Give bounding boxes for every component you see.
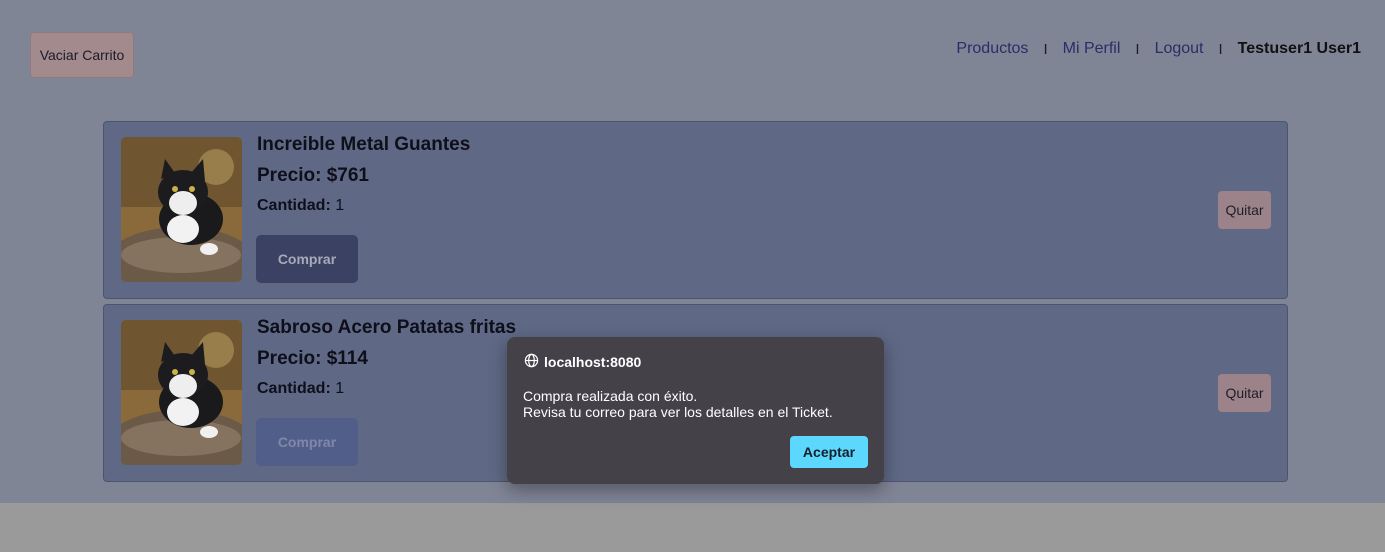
clear-cart-button[interactable]: Vaciar Carrito (30, 32, 134, 78)
nav-separator: I (1043, 40, 1048, 58)
product-quantity: Cantidad: 1 (257, 380, 344, 398)
remove-button[interactable]: Quitar (1218, 191, 1271, 229)
remove-button[interactable]: Quitar (1218, 374, 1271, 412)
accept-button[interactable]: Aceptar (790, 436, 868, 468)
buy-button[interactable]: Comprar (256, 418, 358, 466)
nav-link-products[interactable]: Productos (956, 40, 1028, 58)
product-price: Precio: $761 (257, 165, 369, 186)
quantity-label: Cantidad: (257, 380, 331, 397)
quantity-value: 1 (335, 380, 345, 397)
quantity-value: 1 (335, 197, 345, 214)
nav-separator: I (1135, 40, 1140, 58)
nav-separator: I (1218, 40, 1223, 58)
user-name: Testuser1 User1 (1237, 40, 1361, 57)
product-image (121, 320, 242, 465)
product-price: Precio: $114 (257, 348, 368, 369)
alert-dialog: localhost:8080 Compra realizada con éxit… (507, 337, 884, 484)
nav-link-logout[interactable]: Logout (1155, 40, 1204, 58)
product-image (121, 137, 242, 282)
dialog-message-line: Compra realizada con éxito. (523, 388, 698, 404)
top-nav: Productos I Mi Perfil I Logout I Testuse… (956, 38, 1361, 60)
nav-link-profile[interactable]: Mi Perfil (1063, 40, 1121, 58)
product-name: Sabroso Acero Patatas fritas (257, 317, 517, 338)
quantity-label: Cantidad: (257, 197, 331, 214)
globe-icon (524, 353, 544, 371)
product-quantity: Cantidad: 1 (257, 197, 344, 215)
dialog-title: localhost:8080 (524, 353, 641, 371)
dialog-message-line: Revisa tu correo para ver los detalles e… (523, 404, 833, 420)
dialog-origin: localhost:8080 (544, 354, 642, 370)
product-name: Increible Metal Guantes (257, 134, 471, 155)
cart-item-card: Increible Metal Guantes Precio: $761 Can… (103, 121, 1288, 299)
dialog-message: Compra realizada con éxito. Revisa tu co… (523, 388, 833, 420)
buy-button[interactable]: Comprar (256, 235, 358, 283)
